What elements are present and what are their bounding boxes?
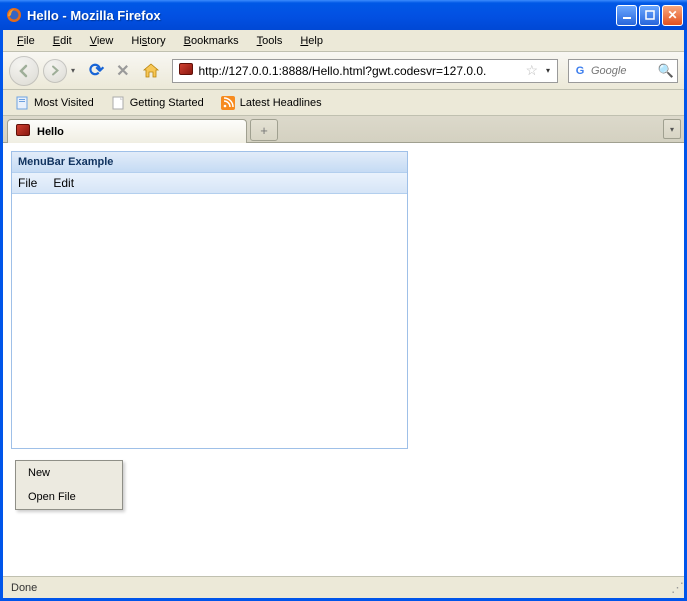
close-button[interactable]: ✕: [662, 5, 683, 26]
example-panel: MenuBar Example File Edit: [11, 151, 408, 449]
tab-favicon: [16, 124, 32, 140]
menu-tools[interactable]: Tools: [249, 33, 291, 49]
bookmark-label: Getting Started: [130, 97, 204, 109]
context-menu: New Open File: [15, 460, 123, 510]
bookmark-label: Latest Headlines: [240, 97, 322, 109]
bookmark-star-icon[interactable]: ☆: [525, 62, 538, 79]
new-tab-button[interactable]: +: [250, 119, 278, 141]
status-text: Done: [11, 582, 37, 594]
panel-title: MenuBar Example: [12, 152, 407, 173]
url-text[interactable]: http://127.0.0.1:8888/Hello.html?gwt.cod…: [199, 64, 523, 78]
menu-history[interactable]: History: [123, 33, 173, 49]
nav-history-dropdown[interactable]: ▾: [71, 66, 81, 75]
bookmark-latest-headlines[interactable]: Latest Headlines: [213, 92, 329, 114]
bookmark-most-visited[interactable]: Most Visited: [7, 92, 101, 114]
search-go-icon[interactable]: 🔍: [658, 63, 674, 79]
panel-menu-edit[interactable]: Edit: [53, 176, 74, 190]
menu-item-new[interactable]: New: [16, 461, 122, 485]
menu-view[interactable]: View: [82, 33, 122, 49]
bookmark-getting-started[interactable]: Getting Started: [103, 92, 211, 114]
google-icon[interactable]: G: [572, 63, 588, 79]
minimize-button[interactable]: [616, 5, 637, 26]
navbar: ▾ ⟳ ✕ http://127.0.0.1:8888/Hello.html?g…: [3, 52, 684, 90]
tab-active[interactable]: Hello: [7, 119, 247, 143]
tab-overflow-button[interactable]: ▾: [663, 119, 681, 139]
menu-bookmarks[interactable]: Bookmarks: [176, 33, 247, 49]
bookmarks-bar: Most Visited Getting Started Latest Head…: [3, 90, 684, 116]
stop-button[interactable]: ✕: [112, 61, 133, 81]
status-bar: Done ⋰: [3, 576, 684, 598]
bookmark-label: Most Visited: [34, 97, 94, 109]
url-dropdown[interactable]: ▾: [541, 66, 555, 75]
titlebar[interactable]: Hello - Mozilla Firefox ✕: [0, 0, 687, 30]
panel-menubar: File Edit: [12, 173, 407, 194]
browser-menubar: File Edit View History Bookmarks Tools H…: [3, 30, 684, 52]
menu-item-open-file[interactable]: Open File: [16, 485, 122, 509]
page-icon: [110, 95, 126, 111]
menu-file[interactable]: File: [9, 33, 43, 49]
forward-button[interactable]: [43, 59, 67, 83]
rss-icon: [220, 95, 236, 111]
search-box[interactable]: G 🔍: [568, 59, 678, 83]
search-input[interactable]: [591, 65, 655, 77]
window-title: Hello - Mozilla Firefox: [27, 8, 616, 23]
home-button[interactable]: [138, 62, 164, 80]
tab-title: Hello: [37, 126, 64, 138]
page-icon: [14, 95, 30, 111]
reload-button[interactable]: ⟳: [85, 60, 108, 81]
resize-grip[interactable]: ⋰: [671, 580, 682, 596]
firefox-icon: [6, 7, 22, 23]
url-favicon: [179, 63, 195, 79]
url-bar[interactable]: http://127.0.0.1:8888/Hello.html?gwt.cod…: [172, 59, 559, 83]
page-content: MenuBar Example File Edit: [3, 143, 684, 576]
maximize-button[interactable]: [639, 5, 660, 26]
menu-edit[interactable]: Edit: [45, 33, 80, 49]
tab-bar: Hello + ▾: [3, 116, 684, 143]
panel-body: [12, 194, 407, 448]
panel-menu-file[interactable]: File: [18, 176, 37, 190]
back-button[interactable]: [9, 56, 39, 86]
menu-help[interactable]: Help: [292, 33, 331, 49]
